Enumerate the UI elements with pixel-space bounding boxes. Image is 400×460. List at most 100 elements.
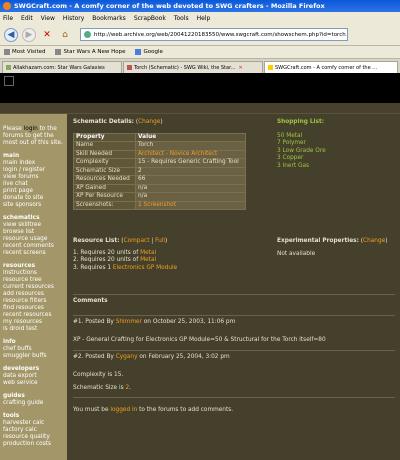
shopping-item[interactable]: 50 Metal xyxy=(277,133,392,141)
menu-view[interactable]: View xyxy=(41,15,55,22)
comment-author-link[interactable]: Shimmer xyxy=(116,319,142,325)
tab-allakhazam[interactable]: Allakhazam.com: Star Wars Galaxies xyxy=(2,61,122,73)
bookmark-icon xyxy=(4,49,10,55)
resource-heading: Resource List: xyxy=(73,238,120,244)
sidebar-link[interactable]: resource tree xyxy=(3,277,64,284)
sidebar-link[interactable]: main index xyxy=(3,160,64,167)
sidebar-link[interactable]: harvester calc xyxy=(3,420,64,427)
main-content: Schematic Details: (Change) Property Val… xyxy=(67,114,400,460)
resource-link[interactable]: Metal xyxy=(140,250,156,256)
sidebar-link[interactable]: live chat xyxy=(3,181,64,188)
sidebar-link[interactable]: browse list xyxy=(3,229,64,236)
sidebar-link[interactable]: my resources xyxy=(3,319,64,326)
tab-strip: Allakhazam.com: Star Wars Galaxies Torch… xyxy=(0,59,400,73)
menu-tools[interactable]: Tools xyxy=(174,15,189,22)
sidebar-link[interactable]: add resources xyxy=(3,291,64,298)
sidebar-link[interactable]: resource quality xyxy=(3,434,64,441)
comments-heading: Comments xyxy=(73,298,108,304)
comment-author-link[interactable]: Cygany xyxy=(116,354,138,360)
sidebar-link[interactable]: login / register xyxy=(3,167,64,174)
experimental-heading: Experimental Properties: xyxy=(277,238,359,244)
home-icon[interactable]: ⌂ xyxy=(58,28,72,42)
sidebar-link[interactable]: donate to site xyxy=(3,195,64,202)
schematic-value-link[interactable]: Architect - Novice Architect xyxy=(135,149,246,159)
menu-bookmarks[interactable]: Bookmarks xyxy=(92,15,126,22)
resource-full-link[interactable]: Full xyxy=(155,238,165,244)
stop-icon[interactable]: ✕ xyxy=(40,28,54,42)
menu-history[interactable]: History xyxy=(63,15,84,22)
schematic-property: XP Gained xyxy=(73,183,136,193)
url-bar[interactable]: http://web.archive.org/web/2004122018355… xyxy=(80,28,348,41)
sidebar-link[interactable]: instructions xyxy=(3,270,64,277)
schematic-value: n/a xyxy=(135,183,246,193)
shopping-list: Shopping List: 50 Metal 7 Polymer 3 Low Gr… xyxy=(277,119,392,170)
sidebar-link[interactable]: resource usage xyxy=(3,236,64,243)
resource-link[interactable]: Electronics GP Module xyxy=(113,265,177,271)
schematic-row: XP Per Resource n/a xyxy=(73,192,246,202)
sidebar-link[interactable]: is droid test xyxy=(3,326,64,333)
sidebar-link[interactable]: view skilltree xyxy=(3,222,64,229)
comment-1: #1. Posted By Shimmer on October 25, 200… xyxy=(73,319,393,344)
experimental-change-link[interactable]: Change xyxy=(363,238,385,244)
sidebar-link[interactable]: print page xyxy=(3,188,64,195)
comment-2: #2. Posted By Cygany on February 25, 200… xyxy=(73,354,393,393)
sidebar-link[interactable]: recent resources xyxy=(3,312,64,319)
schematic-property: Schematic Size xyxy=(73,166,136,176)
schematic-change-link[interactable]: Change xyxy=(138,119,160,125)
sidebar-link[interactable]: chef buffs xyxy=(3,346,64,353)
bookmark-most-visited[interactable]: Most Visited xyxy=(4,49,45,55)
schematic-value: n/a xyxy=(135,192,246,202)
sidebar-link[interactable]: web service xyxy=(3,380,64,387)
banner-strip xyxy=(0,103,400,114)
tab-swgcraft[interactable]: SWGCraft.com - A comfy corner of the ... xyxy=(264,61,398,73)
sidebar-section-tools: tools xyxy=(3,413,20,419)
schematic-value: Torch xyxy=(135,141,246,151)
menu-file[interactable]: File xyxy=(3,15,13,22)
menu-help[interactable]: Help xyxy=(197,15,211,22)
sidebar-link[interactable]: data export xyxy=(3,373,64,380)
sidebar-link[interactable]: crafting guide xyxy=(3,400,64,407)
sidebar-login-link[interactable]: login xyxy=(24,126,38,132)
schematic-row: Complexity 15 - Requires Generic Crafting… xyxy=(73,158,246,168)
close-icon[interactable]: ✕ xyxy=(238,65,242,71)
sidebar-link[interactable]: production costs xyxy=(3,441,64,448)
shopping-item[interactable]: 7 Polymer xyxy=(277,140,392,148)
sidebar-link[interactable]: find resources xyxy=(3,305,64,312)
bookmark-star-wars[interactable]: Star Wars A New Hope xyxy=(55,49,125,55)
schematic-row: Skill Needed Architect - Novice Architect xyxy=(73,149,246,159)
sidebar-link[interactable]: view forums xyxy=(3,174,64,181)
resource-link[interactable]: Metal xyxy=(140,257,156,263)
login-link[interactable]: logged in xyxy=(110,407,137,413)
schematic-value-link[interactable]: 1 Screenshot xyxy=(135,200,246,210)
url-text: http://web.archive.org/web/2004122018355… xyxy=(94,31,346,38)
menu-edit[interactable]: Edit xyxy=(21,15,33,22)
shopping-item[interactable]: 3 Copper xyxy=(277,155,392,163)
tab-favicon xyxy=(6,65,11,70)
comment-body: Schematic Size is 2. xyxy=(73,385,131,391)
sidebar-section-schematics: schematics xyxy=(3,215,40,221)
schematic-row: Resources Needed 66 xyxy=(73,175,246,185)
resource-compact-link[interactable]: Compact xyxy=(124,238,150,244)
menu-scrapbook[interactable]: ScrapBook xyxy=(134,15,166,22)
bookmark-google[interactable]: Google xyxy=(135,49,163,55)
schematic-row: XP Gained n/a xyxy=(73,183,246,193)
shopping-item[interactable]: 3 Low Grade Ore xyxy=(277,148,392,156)
sidebar-link[interactable]: recent comments xyxy=(3,243,64,250)
sidebar-sections: main main index login / register view forum… xyxy=(3,153,64,448)
sidebar-section-guides: guides xyxy=(3,393,25,399)
forward-icon[interactable]: ▶ xyxy=(22,27,36,42)
bookmark-icon xyxy=(55,49,62,55)
sidebar-section-info: info xyxy=(3,339,16,345)
schematic-row: Schematic Size 2 xyxy=(73,166,246,176)
schematic-property: Resources Needed xyxy=(73,175,136,185)
sidebar-link[interactable]: current resources xyxy=(3,284,64,291)
shopping-item[interactable]: 3 Inert Gas xyxy=(277,163,392,171)
schematic-property: Skill Needed xyxy=(73,149,136,159)
back-icon[interactable]: ◀ xyxy=(4,27,18,42)
sidebar-link[interactable]: site sponsors xyxy=(3,202,64,209)
tab-torch-wiki[interactable]: Torch (Schematic) - SWG Wiki, the Star..… xyxy=(123,61,263,73)
sidebar-link[interactable]: resource filters xyxy=(3,298,64,305)
sidebar-link[interactable]: recent screens xyxy=(3,250,64,257)
sidebar-link[interactable]: smuggler buffs xyxy=(3,353,64,360)
sidebar-link[interactable]: factory calc xyxy=(3,427,64,434)
